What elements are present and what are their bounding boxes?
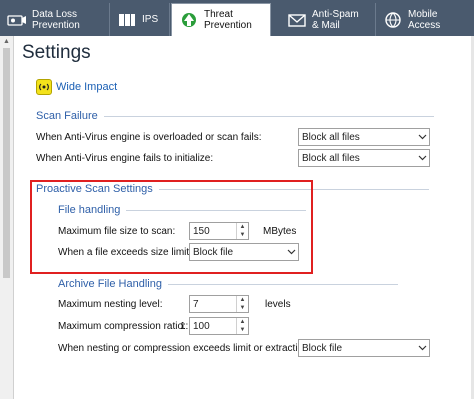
tab-label-line2: Access bbox=[408, 19, 441, 31]
data-loss-icon bbox=[6, 11, 28, 29]
overloaded-label: When Anti-Virus engine is overloaded or … bbox=[36, 132, 262, 143]
section-divider bbox=[167, 283, 398, 285]
vertical-scrollbar[interactable]: ▲ bbox=[0, 36, 14, 399]
ratio-value: 100 bbox=[193, 320, 210, 332]
tab-threat-prevention[interactable]: Threat Prevention bbox=[171, 3, 271, 36]
tab-label-line1: Mobile bbox=[408, 8, 438, 20]
module-tab-bar: Data Loss Prevention IPS Threat Prevention… bbox=[0, 0, 474, 36]
tab-label-line2: Prevention bbox=[204, 20, 252, 31]
highlight-box bbox=[30, 180, 313, 274]
tab-mobile-access[interactable]: Mobile Access bbox=[376, 3, 474, 36]
nesting-unit: levels bbox=[265, 299, 291, 310]
archive-header: Archive File Handling bbox=[58, 278, 398, 290]
nesting-stepper[interactable]: 7 ▲ ▼ bbox=[189, 295, 249, 313]
overloaded-select-value: Block all files bbox=[302, 131, 360, 143]
tab-data-loss-prevention[interactable]: Data Loss Prevention bbox=[0, 3, 110, 36]
ratio-label: Maximum compression ratio: bbox=[58, 321, 186, 332]
spin-down-icon[interactable]: ▼ bbox=[237, 326, 248, 334]
scroll-up-icon[interactable]: ▲ bbox=[3, 38, 10, 45]
archive-exceeds-select[interactable]: Block file bbox=[298, 339, 430, 357]
archive-exceeds-select-value: Block file bbox=[302, 342, 343, 354]
tab-label-line1: Threat bbox=[204, 9, 233, 20]
tab-ips[interactable]: IPS bbox=[110, 3, 170, 36]
ratio-prefix: 1: bbox=[180, 321, 189, 332]
spin-up-icon[interactable]: ▲ bbox=[237, 296, 248, 304]
threat-prevention-icon bbox=[178, 11, 200, 29]
section-divider bbox=[103, 115, 434, 117]
settings-panel: ▲ Settings Wide Impact Scan Failure When… bbox=[0, 36, 474, 399]
subsection-title: Archive File Handling bbox=[58, 278, 162, 290]
scan-failure-header: Scan Failure bbox=[36, 110, 434, 122]
init-select[interactable]: Block all files bbox=[298, 149, 430, 167]
mail-icon bbox=[286, 11, 308, 29]
mobile-access-icon bbox=[382, 11, 404, 29]
init-label: When Anti-Virus engine fails to initiali… bbox=[36, 153, 214, 164]
spin-down-icon[interactable]: ▼ bbox=[237, 304, 248, 312]
tab-label-line1: IPS bbox=[142, 14, 159, 25]
tab-label-line2: & Mail bbox=[312, 19, 340, 31]
ratio-stepper[interactable]: 100 ▲ ▼ bbox=[189, 317, 249, 335]
tab-label-line2: Prevention bbox=[32, 19, 80, 31]
nesting-label: Maximum nesting level: bbox=[58, 299, 163, 310]
tab-label-line1: Anti-Spam bbox=[312, 8, 359, 20]
overloaded-select[interactable]: Block all files bbox=[298, 128, 430, 146]
tab-anti-spam[interactable]: Anti-Spam & Mail bbox=[280, 3, 376, 36]
spin-up-icon[interactable]: ▲ bbox=[237, 318, 248, 326]
wide-impact-label: Wide Impact bbox=[56, 81, 118, 93]
ips-icon bbox=[116, 11, 138, 29]
chevron-down-icon bbox=[415, 129, 429, 145]
page-title: Settings bbox=[22, 42, 91, 63]
wide-impact-link[interactable]: Wide Impact bbox=[36, 79, 117, 95]
archive-exceeds-label: When nesting or compression exceeds limi… bbox=[58, 343, 333, 354]
chevron-down-icon bbox=[415, 340, 429, 356]
scrollbar-thumb[interactable] bbox=[3, 48, 10, 278]
wide-impact-icon bbox=[36, 79, 52, 95]
chevron-down-icon bbox=[415, 150, 429, 166]
nesting-value: 7 bbox=[193, 298, 199, 310]
tab-label-line1: Data Loss bbox=[32, 8, 78, 20]
init-select-value: Block all files bbox=[302, 152, 360, 164]
section-title: Scan Failure bbox=[36, 110, 98, 122]
